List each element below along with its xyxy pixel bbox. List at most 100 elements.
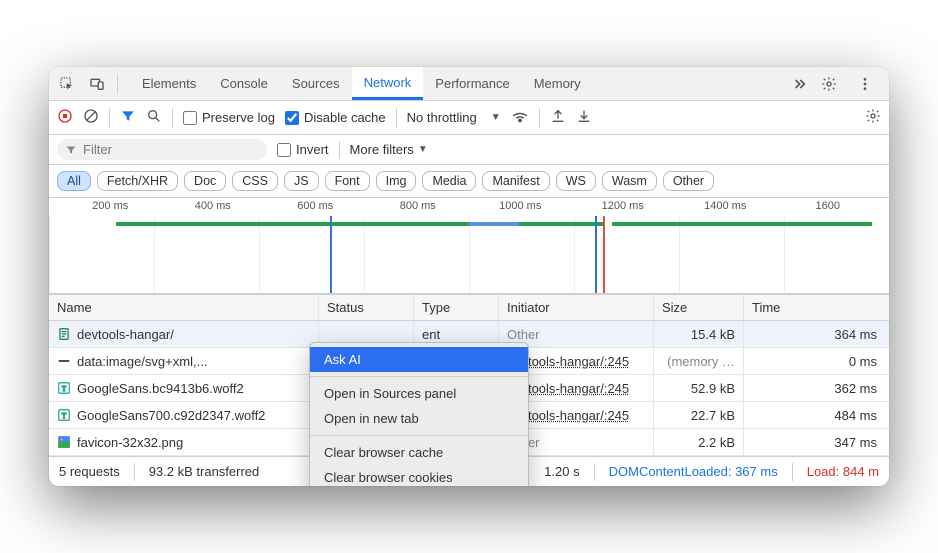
cell-size: 15.4 kB	[654, 321, 744, 347]
load-time: Load: 844 m	[807, 464, 879, 479]
cell-time: 362 ms	[744, 375, 889, 401]
request-name: favicon-32x32.png	[77, 435, 183, 450]
menu-item-label: Clear browser cookies	[324, 470, 453, 485]
inspect-icon[interactable]	[53, 70, 81, 98]
request-name: data:image/svg+xml,...	[77, 354, 207, 369]
timeline-tick: 400 ms	[162, 200, 265, 212]
filter-toggle-icon[interactable]	[120, 108, 136, 127]
type-filter-ws[interactable]: WS	[556, 171, 596, 191]
throttling-select[interactable]: No throttling ▼	[407, 110, 501, 125]
cell-time: 484 ms	[744, 402, 889, 428]
chevron-down-icon: ▼	[491, 112, 501, 123]
more-filters-label: More filters	[350, 142, 414, 157]
request-type-filter-bar: All Fetch/XHR Doc CSS JS Font ImgMedia Manifest…	[49, 165, 889, 198]
column-type[interactable]: Type	[414, 295, 499, 320]
column-name[interactable]: Name	[49, 295, 319, 320]
filter-input[interactable]: Filter	[57, 139, 267, 160]
tab-network[interactable]: Network	[352, 67, 424, 100]
tab-memory[interactable]: Memory	[522, 67, 593, 100]
request-name: GoogleSans.bc9413b6.woff2	[77, 381, 244, 396]
cell-time: 0 ms	[744, 348, 889, 374]
timeline-tick: 1200 ms	[572, 200, 675, 212]
doc-icon	[57, 327, 71, 341]
filter-bar: Filter Invert More filters ▼	[49, 135, 889, 165]
filter-placeholder: Filter	[83, 142, 112, 157]
gear-icon[interactable]	[815, 70, 843, 98]
upload-icon[interactable]	[550, 108, 566, 127]
table-header: Name Status Type Initiator Size Time	[49, 294, 889, 321]
cell-size: (memory …	[654, 348, 744, 374]
more-tabs-icon[interactable]	[785, 70, 813, 98]
type-filter-fetchxhr[interactable]: Fetch/XHR	[97, 171, 178, 191]
menu-item-open-in-sources-panel[interactable]: Open in Sources panel	[310, 381, 528, 406]
type-filter-manifest[interactable]: Manifest	[482, 171, 549, 191]
timeline-tick: 1000 ms	[469, 200, 572, 212]
device-toggle-icon[interactable]	[83, 70, 111, 98]
svg-text:T: T	[62, 385, 67, 393]
network-toolbar: Preserve log Disable cache No throttling…	[49, 101, 889, 135]
tab-elements[interactable]: Elements	[130, 67, 208, 100]
type-filter-css[interactable]: CSS	[232, 171, 278, 191]
column-initiator[interactable]: Initiator	[499, 295, 654, 320]
tab-performance[interactable]: Performance	[423, 67, 521, 100]
tab-sources[interactable]: Sources	[280, 67, 352, 100]
type-filter-other[interactable]: Other	[663, 171, 714, 191]
menu-separator	[310, 435, 528, 436]
timeline-tick: 1400 ms	[674, 200, 777, 212]
font-icon: T	[57, 381, 71, 395]
kebab-icon[interactable]	[851, 70, 879, 98]
cell-size: 2.2 kB	[654, 429, 744, 455]
disable-cache-checkbox[interactable]: Disable cache	[285, 110, 386, 125]
preserve-log-label: Preserve log	[202, 110, 275, 125]
invert-label: Invert	[296, 142, 329, 157]
menu-item-open-in-new-tab[interactable]: Open in new tab	[310, 406, 528, 431]
menu-item-label: Clear browser cache	[324, 445, 443, 460]
svg-text:T: T	[62, 412, 67, 420]
record-icon[interactable]	[57, 108, 73, 127]
menu-item-label: Ask AI	[324, 352, 361, 367]
initiator-text: Other	[507, 327, 540, 342]
tab-console[interactable]: Console	[208, 67, 280, 100]
type-filter-doc[interactable]: Doc	[184, 171, 226, 191]
data-icon	[57, 354, 71, 368]
type-filter-font[interactable]: Font	[325, 171, 370, 191]
type-filter-media[interactable]: Media	[422, 171, 476, 191]
column-status[interactable]: Status	[319, 295, 414, 320]
request-count: 5 requests	[59, 464, 120, 479]
clear-icon[interactable]	[83, 108, 99, 127]
menu-item-label: Open in new tab	[324, 411, 419, 426]
transferred-size: 93.2 kB transferred	[149, 464, 260, 479]
menu-item-ask-ai[interactable]: Ask AI	[310, 347, 528, 372]
request-name: devtools-hangar/	[77, 327, 174, 342]
type-filter-wasm[interactable]: Wasm	[602, 171, 657, 191]
request-name: GoogleSans700.c92d2347.woff2	[77, 408, 265, 423]
timeline-tick: 800 ms	[367, 200, 470, 212]
search-icon[interactable]	[146, 108, 162, 127]
column-time[interactable]: Time	[744, 295, 889, 320]
panel-settings-icon[interactable]	[865, 108, 881, 127]
chevron-down-icon: ▼	[418, 144, 428, 155]
type-filter-all[interactable]: All	[57, 171, 91, 191]
menu-item-clear-browser-cookies[interactable]: Clear browser cookies	[310, 465, 528, 486]
column-size[interactable]: Size	[654, 295, 744, 320]
font-icon: T	[57, 408, 71, 422]
type-filter-img[interactable]: Img	[376, 171, 417, 191]
context-menu: Ask AI Open in Sources panel Open in new t…	[309, 342, 529, 486]
img-icon	[57, 435, 71, 449]
cell-time: 364 ms	[744, 321, 889, 347]
invert-checkbox[interactable]: Invert	[277, 142, 329, 157]
timeline-tick: 600 ms	[264, 200, 367, 212]
download-icon[interactable]	[576, 108, 592, 127]
timeline-overview[interactable]: 200 ms400 ms600 ms800 ms1000 ms1200 ms14…	[49, 198, 889, 294]
menu-item-clear-browser-cache[interactable]: Clear browser cache	[310, 440, 528, 465]
type-filter-js[interactable]: JS	[284, 171, 319, 191]
network-conditions-icon[interactable]	[511, 107, 529, 128]
disable-cache-label: Disable cache	[304, 110, 386, 125]
tab-bar: ElementsConsoleSourcesNetworkPerformance…	[49, 67, 889, 101]
cell-time: 347 ms	[744, 429, 889, 455]
domcontentloaded-time: DOMContentLoaded: 367 ms	[609, 464, 778, 479]
preserve-log-checkbox[interactable]: Preserve log	[183, 110, 275, 125]
finish-time: 1.20 s	[544, 464, 579, 479]
more-filters-button[interactable]: More filters ▼	[350, 142, 428, 157]
cell-size: 22.7 kB	[654, 402, 744, 428]
